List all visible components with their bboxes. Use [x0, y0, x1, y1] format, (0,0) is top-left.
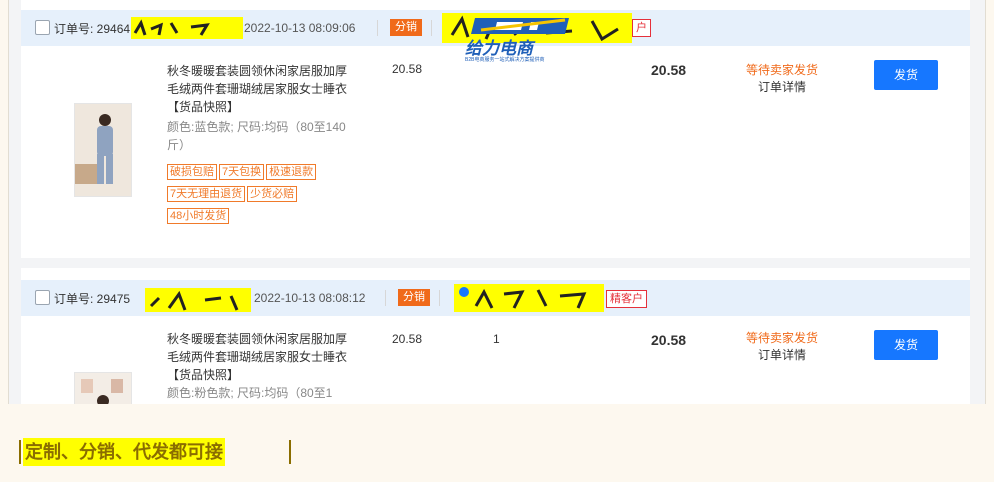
- product-title[interactable]: 秋冬暖暖套装圆领休闲家居服加厚毛绒两件套珊瑚绒居家服女士睡衣【货品快照】: [167, 62, 357, 116]
- ship-button[interactable]: 发货: [874, 60, 938, 90]
- order-number: 订单号: 29464: [54, 22, 131, 36]
- redaction-scribble: [145, 288, 251, 312]
- order-status: 等待卖家发货 订单详情: [732, 330, 832, 364]
- order-time: 2022-10-13 08:09:06: [244, 21, 356, 35]
- divider: [431, 20, 432, 36]
- service-tags: 破损包赔 7天包换 极速退款 7天无理由退货 少货必赔 48小时发货: [167, 162, 357, 228]
- divider: [385, 290, 386, 306]
- service-tag: 7天包换: [219, 164, 265, 180]
- order-card: 订单号: 29475 2022-10-13 08:08:12 分销 精客户 秋冬…: [21, 268, 970, 404]
- order-number: 订单号: 29475: [54, 292, 131, 306]
- service-tag: 少货必赔: [247, 186, 298, 202]
- logo-tagline: B2B电商服务一站式解决方案提供商: [465, 57, 545, 63]
- caption-bar: [289, 440, 291, 464]
- unit-price: 20.58: [392, 62, 423, 76]
- divider: [439, 290, 440, 306]
- product-title[interactable]: 秋冬暖暖套装圆领休闲家居服加厚毛绒两件套珊瑚绒居家服女士睡衣【货品快照】: [167, 330, 357, 384]
- caption-bar: [19, 440, 21, 464]
- order-header: 订单号: 29475 2022-10-13 08:08:12 分销 精客户: [21, 280, 970, 316]
- order-checkbox[interactable]: [35, 20, 50, 35]
- customer-tag: 精客户: [606, 290, 647, 308]
- unit-price: 20.58: [392, 332, 423, 346]
- caption-text: 定制、分销、代发都可接: [23, 438, 225, 466]
- product-spec: 颜色:蓝色款; 尺码:均码（80至140斤）: [167, 120, 346, 152]
- quantity: 1: [493, 332, 500, 346]
- order-card: 订单号: 29464 2022-10-13 08:09:06 分销 户 秋冬暖暖…: [21, 0, 970, 258]
- service-tag: 48小时发货: [167, 208, 230, 224]
- customer-tag: 户: [632, 19, 651, 37]
- product-thumbnail[interactable]: [74, 103, 132, 197]
- order-status: 等待卖家发货 订单详情: [732, 62, 832, 96]
- order-detail-link[interactable]: 订单详情: [732, 79, 832, 96]
- product-spec: 颜色:粉色款; 尺码:均码（80至1: [167, 386, 333, 400]
- order-time: 2022-10-13 08:08:12: [254, 291, 366, 305]
- divider: [377, 20, 378, 36]
- order-total: 20.58: [651, 62, 687, 78]
- ship-button[interactable]: 发货: [874, 330, 938, 360]
- status-text: 等待卖家发货: [745, 331, 818, 345]
- order-detail-link[interactable]: 订单详情: [732, 347, 832, 364]
- service-tag: 破损包赔: [167, 164, 217, 180]
- redaction-scribble: [131, 17, 243, 39]
- order-total: 20.58: [651, 332, 687, 348]
- gl-logo: 给力电商 B2B电商服务一站式解决方案提供商: [461, 12, 581, 70]
- order-list-screenshot: 订单号: 29464 2022-10-13 08:09:06 分销 户 秋冬暖暖…: [8, 0, 986, 404]
- service-tag: 极速退款: [266, 164, 317, 180]
- service-tag: 7天无理由退货: [167, 186, 246, 202]
- distribution-tag: 分销: [398, 289, 430, 306]
- redaction-scribble: [454, 284, 604, 312]
- distribution-tag: 分销: [390, 19, 422, 36]
- order-checkbox[interactable]: [35, 290, 50, 305]
- product-thumbnail[interactable]: [74, 372, 132, 404]
- status-text: 等待卖家发货: [745, 63, 818, 77]
